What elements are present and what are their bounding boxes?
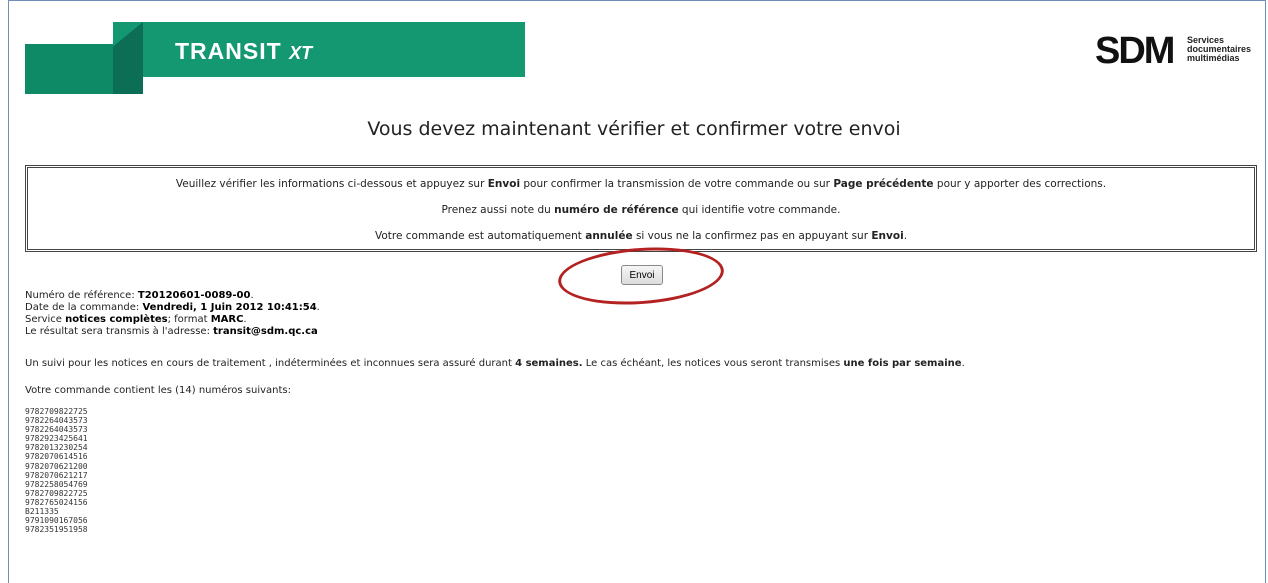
envoi-button[interactable]: Envoi [621, 265, 663, 285]
sdm-mark: SDM [1095, 30, 1175, 72]
product-suffix: XT [289, 43, 313, 63]
instruction-line: Veuillez vérifier les informations ci-de… [175, 178, 1107, 190]
list-item: 9782709822725 [25, 407, 88, 416]
banner-lower-block [25, 44, 115, 94]
transit-xt-banner: TRANSIT XT [25, 22, 525, 97]
service-line: Service notices complètes; format MARC. [25, 314, 247, 325]
order-summary: Numéro de référence: T20120601-0089-00. … [25, 290, 320, 338]
list-item: 9782070614516 [25, 452, 88, 462]
list-item: B211335 [25, 507, 59, 517]
sdm-subtitle: Services documentaires multimédias [1187, 36, 1251, 63]
list-item: 9791090167056 [25, 516, 88, 526]
page-title: Vous devez maintenant vérifier et confir… [367, 118, 901, 140]
reference-line: Numéro de référence: T20120601-0089-00. [25, 290, 254, 301]
followup-text: Un suivi pour les notices en cours de tr… [25, 358, 965, 369]
list-item: 9782351951958 [25, 525, 88, 535]
date-line: Date de la commande: Vendredi, 1 Juin 20… [25, 302, 320, 313]
list-item: 9782264043573 [25, 416, 88, 426]
list-item: 9782709822725 [25, 488, 88, 498]
email-line: Le résultat sera transmis à l'adresse: t… [25, 326, 318, 337]
instruction-line: Votre commande est automatiquement annul… [374, 230, 908, 242]
list-item: 9782264043573 [25, 425, 88, 435]
product-title: TRANSIT [175, 38, 282, 64]
sdm-logo: SDM Services documentaires multimédias [1095, 30, 1265, 72]
list-item: 9782070621217 [25, 470, 88, 480]
instruction-line: Prenez aussi note du numéro de référence… [441, 204, 841, 216]
list-item: 9782070621200 [25, 461, 88, 471]
list-item: 9782013230254 [25, 443, 88, 453]
instructions-box: Veuillez vérifier les informations ci-de… [25, 165, 1257, 252]
sdm-subtitle-line: multimédias [1187, 53, 1240, 63]
list-item: 9782765024156 [25, 497, 88, 507]
envoi-highlight: Envoi [556, 242, 726, 310]
order-count-text: Votre commande contient les (14) numéros… [25, 385, 292, 396]
list-item: 9782258054769 [25, 479, 88, 489]
isbn-list: 9782709822725 9782264043573 978226404357… [25, 407, 88, 534]
banner-title: TRANSIT XT [175, 38, 312, 65]
list-item: 9782923425641 [25, 434, 88, 444]
